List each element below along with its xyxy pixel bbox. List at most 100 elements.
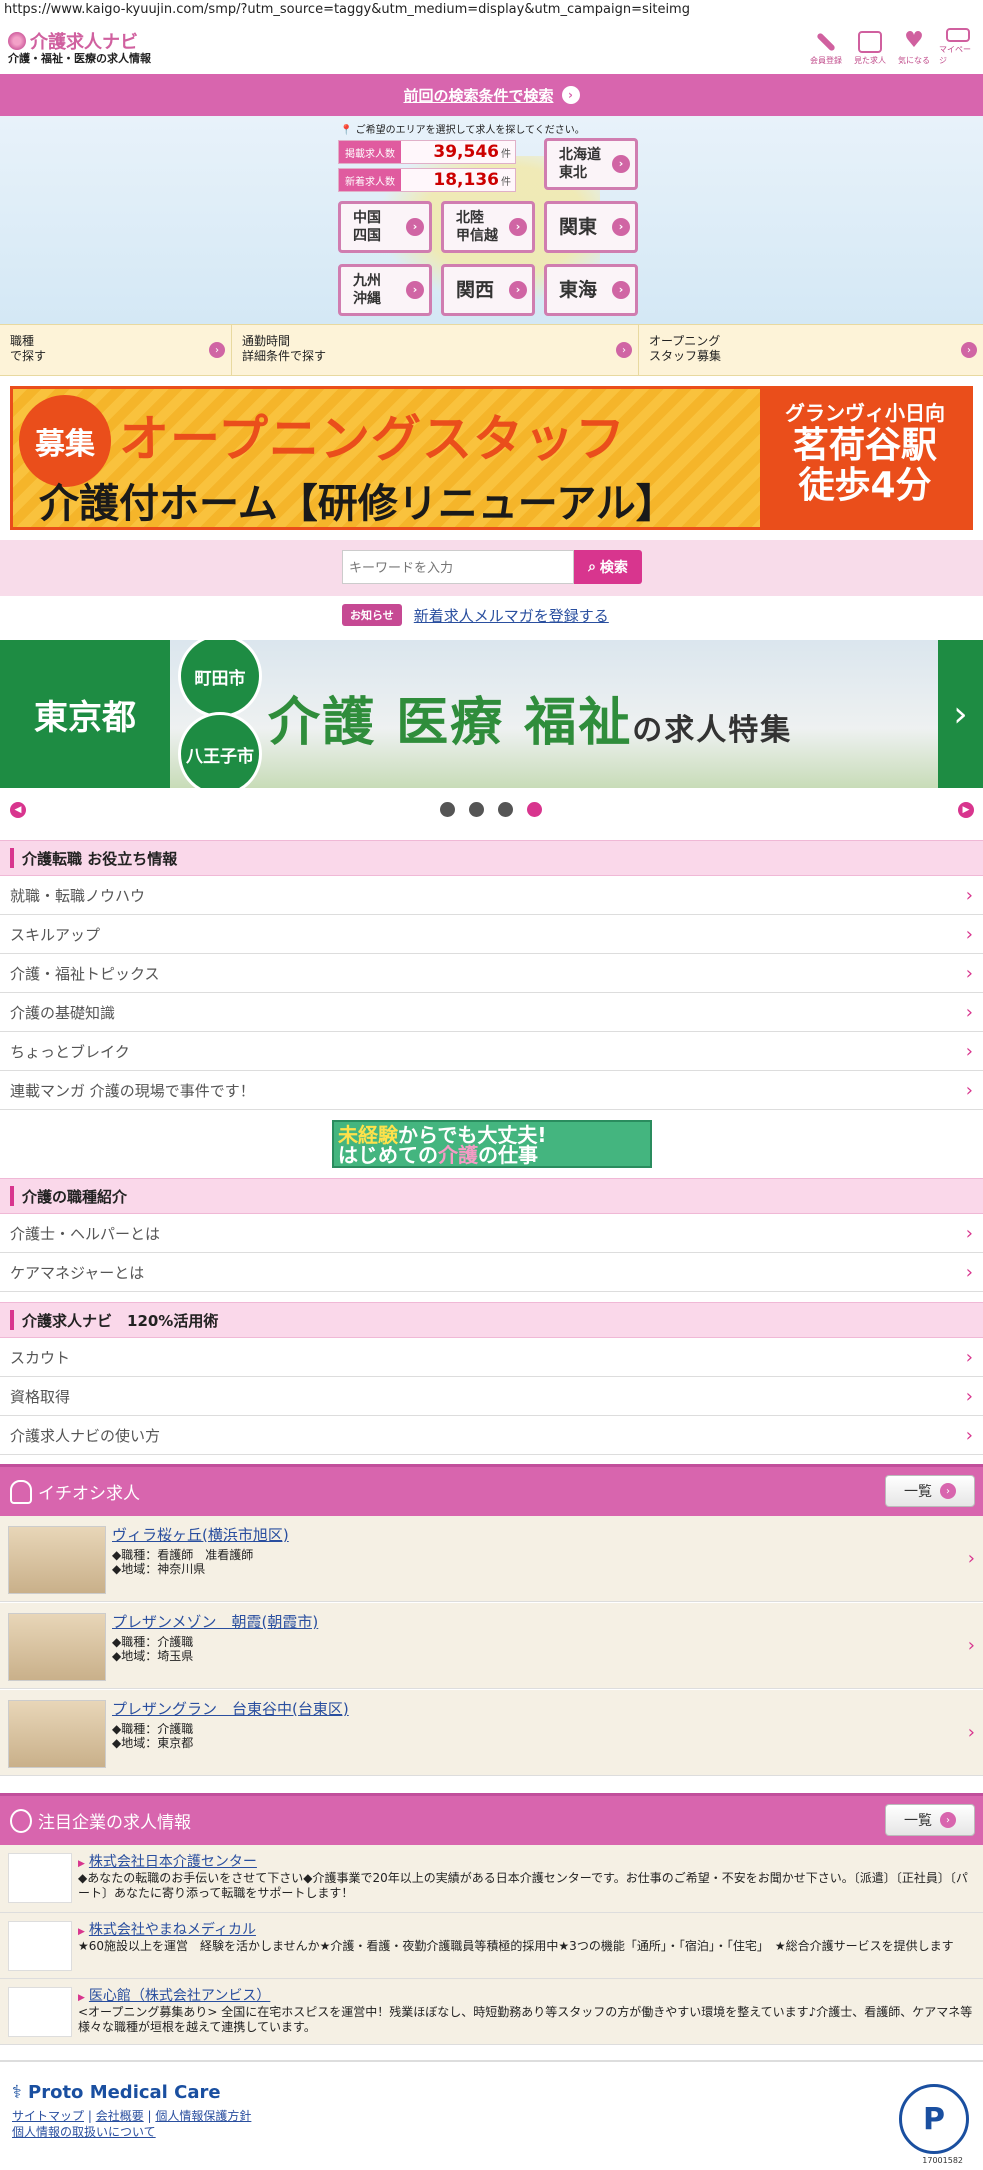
keyword-input[interactable] xyxy=(342,550,574,584)
arrow-right-icon: › xyxy=(940,1483,956,1499)
beginner-line2: はじめての介護の仕事 xyxy=(338,1145,650,1165)
region-kanto[interactable]: 関東 › xyxy=(544,201,638,253)
carousel-dot[interactable] xyxy=(498,802,513,817)
tab-job-type[interactable]: 職種 で探す › xyxy=(0,325,232,375)
listed-jobs-count: 掲載求人数 39,546 件 xyxy=(338,140,516,164)
list-item[interactable]: ちょっとブレイク › xyxy=(0,1032,983,1071)
list-item[interactable]: 介護・福祉トピックス › xyxy=(0,954,983,993)
list-item[interactable]: 介護の基礎知識 › xyxy=(0,993,983,1032)
company-item[interactable]: 株式会社やまねメディカル ★60施設以上を運営 経験を活かしませんか★介護・看護… xyxy=(0,1913,983,1979)
viewed-jobs-button[interactable]: 見た求人 xyxy=(851,28,889,66)
banner-access: 茗荷谷駅 徒歩4分 xyxy=(792,425,937,506)
list-item[interactable]: スキルアップ › xyxy=(0,915,983,954)
section-title: 介護転職 お役立ち情報 xyxy=(22,849,178,868)
chevron-right-icon: › xyxy=(965,1079,973,1101)
list-item[interactable]: スカウト › xyxy=(0,1338,983,1377)
opening-staff-banner[interactable]: 募集 オープニングスタッフ 介護付ホーム【研修リニューアル】 グランヴィ小日向 … xyxy=(10,386,973,530)
company-item[interactable]: 株式会社日本介護センター ◆あなたの転職のお手伝いをさせて下さい◆介護事業で20… xyxy=(0,1845,983,1913)
footer-link-privacy[interactable]: 個人情報保護方針 xyxy=(155,2109,251,2123)
job-title[interactable]: プレザングラン 台東谷中(台東区) xyxy=(112,1698,349,1719)
carousel-dot[interactable] xyxy=(440,802,455,817)
featured-more-button[interactable]: 一覧 › xyxy=(885,1475,975,1507)
count-unit: 件 xyxy=(501,148,511,160)
list-item[interactable]: 資格取得 › xyxy=(0,1377,983,1416)
job-title[interactable]: ヴィラ桜ヶ丘(横浜市旭区) xyxy=(112,1524,289,1545)
carousel-dot-active[interactable] xyxy=(527,802,542,817)
arrow-right-icon: › xyxy=(209,342,225,358)
list-item[interactable]: 介護求人ナビの使い方 › xyxy=(0,1416,983,1455)
pencil-icon xyxy=(816,32,836,52)
region-hokkaido-tohoku[interactable]: 北海道 東北 › xyxy=(544,138,638,190)
company-name[interactable]: 株式会社日本介護センター xyxy=(78,1851,257,1871)
item-label: 介護士・ヘルパーとは xyxy=(10,1224,161,1243)
favorites-button[interactable]: ♥ 気になる xyxy=(895,28,933,66)
prev-search-button[interactable]: 前回の検索条件で検索 › xyxy=(0,74,983,116)
company-item[interactable]: 医心館（株式会社アンビス） <オープニング募集あり> 全国に在宅ホスピスを運営中… xyxy=(0,1979,983,2045)
list-item[interactable]: 就職・転職ノウハウ › xyxy=(0,876,983,915)
footer-link-personal-info[interactable]: 個人情報の取扱いについて xyxy=(12,2125,156,2139)
footer-links: サイトマップ | 会社概要 | 個人情報保護方針 個人情報の取扱いについて xyxy=(12,2109,252,2139)
viewed-label: 見た求人 xyxy=(854,56,886,65)
footer-link-company[interactable]: 会社概要 xyxy=(96,2109,144,2123)
carousel-prev-button[interactable]: ◀ xyxy=(10,802,26,818)
list-item[interactable]: 連載マンガ 介護の現場で事件です！ › xyxy=(0,1071,983,1110)
region-chugoku-shikoku[interactable]: 中国 四国 › xyxy=(338,201,432,253)
region-kansai[interactable]: 関西 › xyxy=(441,264,535,316)
count-value: 18,136 xyxy=(433,170,499,190)
job-card[interactable]: プレザングラン 台東谷中(台東区) ◆職種：介護職 ◆地域：東京都 › xyxy=(0,1690,983,1776)
section-title: 介護の職種紹介 xyxy=(22,1187,128,1206)
job-area: ◆地域：埼玉県 xyxy=(112,1649,194,1663)
company-logo xyxy=(8,1853,72,1903)
arrow-right-icon: › xyxy=(612,281,630,299)
chevron-right-icon: › xyxy=(967,1722,975,1743)
tokyo-feature-banner[interactable]: 東京都 町田市 八王子市 介護 医療 福祉の求人特集 › xyxy=(0,640,983,788)
arrow-right-icon: › xyxy=(406,218,424,236)
banner-next-arrow[interactable]: › xyxy=(938,640,983,788)
notice-row: お知らせ 新着求人メルマガを登録する xyxy=(342,604,609,626)
carousel-next-button[interactable]: ▶ xyxy=(958,802,974,818)
item-label: スカウト xyxy=(10,1348,71,1367)
region-kyushu-okinawa[interactable]: 九州 沖縄 › xyxy=(338,264,432,316)
carousel-dot[interactable] xyxy=(469,802,484,817)
region-hokuriku-koshinetsu[interactable]: 北陸 甲信越 › xyxy=(441,201,535,253)
tab-commute[interactable]: 通勤時間 詳細条件で探す › xyxy=(232,325,639,375)
job-card[interactable]: プレザンメゾン 朝霞(朝霞市) ◆職種：介護職 ◆地域：埼玉県 › xyxy=(0,1603,983,1689)
mypage-button[interactable]: マイページ xyxy=(939,28,977,66)
list-item[interactable]: ケアマネジャーとは › xyxy=(0,1253,983,1292)
companies-more-button[interactable]: 一覧 › xyxy=(885,1804,975,1836)
map-note-text: ご希望のエリアを選択して求人を探してください。 xyxy=(355,125,585,136)
footer-link-sitemap[interactable]: サイトマップ xyxy=(12,2109,84,2123)
chevron-right-icon: › xyxy=(965,1261,973,1283)
more-label: 一覧 xyxy=(904,1484,932,1500)
beginner-l2a: はじめての xyxy=(338,1143,438,1167)
region-tokai[interactable]: 東海 › xyxy=(544,264,638,316)
arrow-right-icon: › xyxy=(612,155,630,173)
job-photo xyxy=(8,1613,106,1681)
register-button[interactable]: 会員登録 xyxy=(807,28,845,66)
newsletter-link[interactable]: 新着求人メルマガを登録する xyxy=(414,605,609,626)
count-label: 掲載求人数 xyxy=(339,141,401,163)
chevron-right-icon: › xyxy=(965,1001,973,1023)
chevron-right-icon: › xyxy=(965,962,973,984)
job-card[interactable]: ヴィラ桜ヶ丘(横浜市旭区) ◆職種：看護師 准看護師 ◆地域：神奈川県 › xyxy=(0,1516,983,1602)
list-item[interactable]: 介護士・ヘルパーとは › xyxy=(0,1214,983,1253)
companies-title: 注目企業の求人情報 xyxy=(38,1813,191,1833)
tab-label: 通勤時間 詳細条件で探す xyxy=(242,334,327,363)
tab-opening-staff[interactable]: オープニング スタッフ募集 › xyxy=(639,325,983,375)
region-label: 関東 xyxy=(559,216,598,238)
job-title[interactable]: プレザンメゾン 朝霞(朝霞市) xyxy=(112,1611,318,1632)
search-button[interactable]: ⌕ 検索 xyxy=(574,550,642,584)
section-title: 介護求人ナビ 120%活用術 xyxy=(22,1311,219,1330)
area-map: 📍 ご希望のエリアを選択して求人を探してください。 掲載求人数 39,546 件 新… xyxy=(0,116,983,324)
item-label: 資格取得 xyxy=(10,1387,71,1406)
feature-main: 介護 医療 福祉 xyxy=(268,693,633,753)
search-label: 検索 xyxy=(599,560,628,576)
featured-title: イチオシ求人 xyxy=(38,1484,140,1504)
companies-heading: 注目企業の求人情報 一覧 › xyxy=(0,1793,983,1845)
company-name[interactable]: 株式会社やまねメディカル xyxy=(78,1919,256,1939)
beginner-banner[interactable]: 未経験からでも大丈夫! はじめての介護の仕事 xyxy=(332,1120,652,1168)
region-label: 九州 沖縄 xyxy=(353,273,381,307)
count-value: 39,546 xyxy=(433,142,499,162)
company-name[interactable]: 医心館（株式会社アンビス） xyxy=(78,1985,270,2005)
beginner-l2b: 介護 xyxy=(438,1143,478,1167)
